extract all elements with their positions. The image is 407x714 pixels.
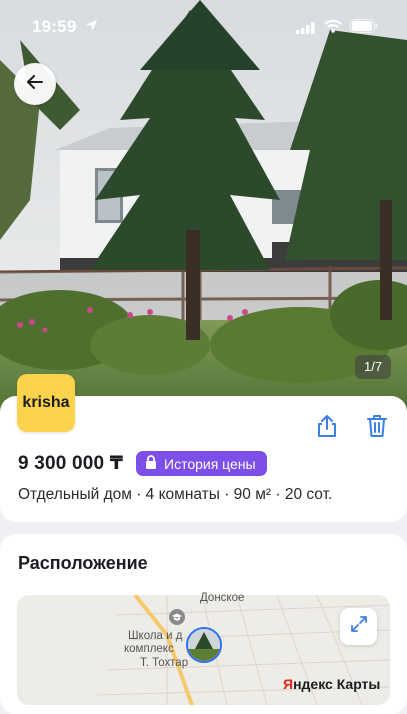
expand-arrows-icon (350, 615, 368, 638)
listing-photo[interactable] (0, 0, 407, 420)
location-title: Расположение (18, 553, 148, 573)
yandex-brand-initial: Я (283, 676, 294, 692)
location-arrow-icon (85, 19, 98, 37)
photo-counter: 1/7 (355, 355, 392, 379)
share-icon (314, 415, 340, 443)
status-time: 19:59 (32, 17, 77, 36)
yandex-maps-brand: Яндекс Карты (283, 676, 380, 692)
battery-icon (350, 19, 378, 38)
map-expand-button[interactable] (340, 608, 377, 645)
listing-map-pin[interactable] (186, 627, 222, 663)
pin-thumbnail (188, 629, 220, 661)
delete-button[interactable] (364, 413, 390, 444)
yandex-brand-rest: ндекс Карты (293, 676, 381, 692)
lock-icon (145, 455, 157, 472)
school-poi-icon (169, 609, 185, 630)
price-history-label: История цены (164, 455, 256, 472)
share-button[interactable] (314, 413, 340, 444)
photo-scene (0, 0, 407, 420)
wifi-icon (324, 19, 342, 38)
status-bar: 19:59 (0, 0, 407, 52)
map-label-school-1: Школа и д (128, 630, 183, 642)
listing-price: 9 300 000 ₸ (18, 453, 124, 474)
listing-specs: Отдельный дом · 4 комнаты · 90 м² · 20 с… (18, 486, 333, 503)
cellular-signal-icon (296, 21, 316, 39)
map-label-school-3: Т. Тохтар (140, 657, 189, 669)
arrow-left-icon (27, 74, 43, 94)
price-history-button[interactable]: История цены (136, 451, 267, 476)
trash-icon (364, 415, 390, 443)
back-button[interactable] (14, 63, 56, 105)
brand-logo: krisha (17, 374, 75, 432)
map-label-school-2: комплекс (124, 643, 174, 655)
map-label-village: Донское (200, 592, 245, 604)
